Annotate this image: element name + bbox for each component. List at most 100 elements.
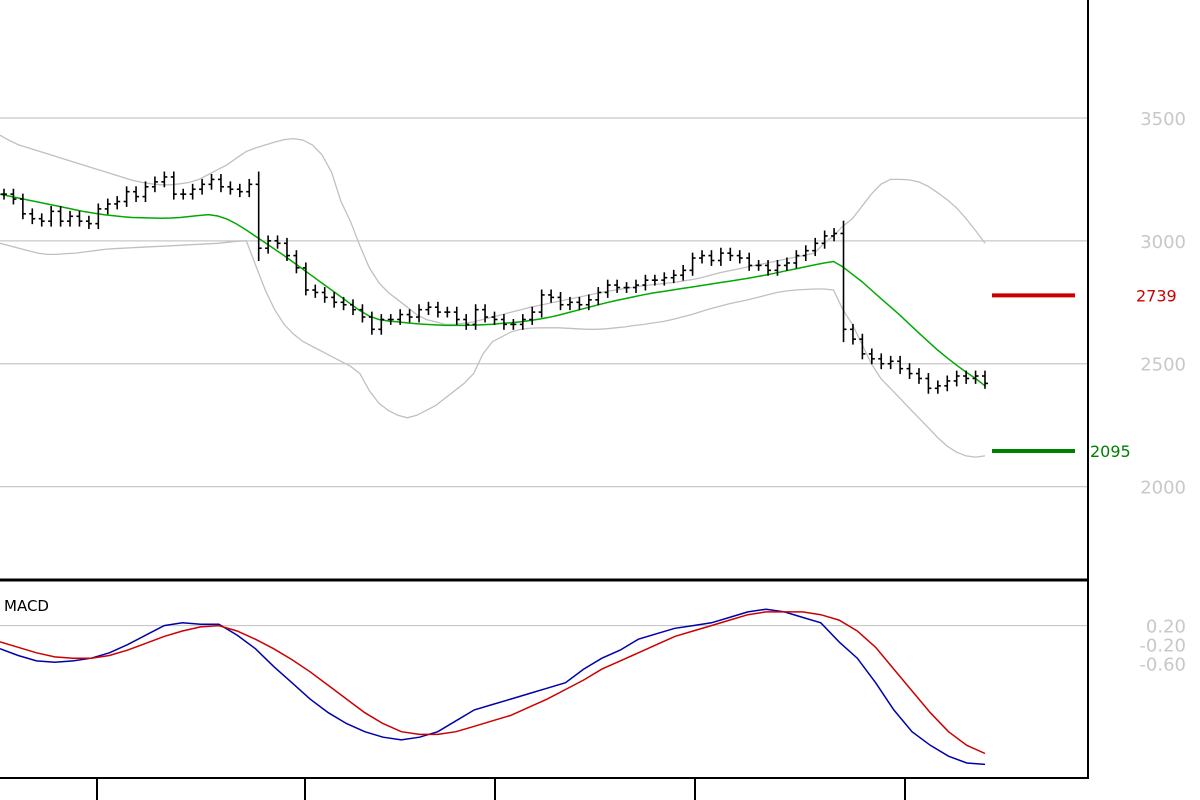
price-bar: [114, 196, 121, 210]
price-bar: [1, 188, 7, 200]
lower-band-line: [0, 240, 986, 458]
bollinger-bands: [0, 134, 986, 458]
price-bar: [170, 171, 177, 200]
price-bar: [623, 282, 630, 293]
upper-band-line: [0, 134, 986, 326]
price-bar: [463, 314, 470, 330]
price-bar: [906, 363, 913, 379]
price-bar: [236, 183, 243, 198]
price-bar: [944, 375, 951, 392]
price-bar: [387, 314, 394, 325]
price-bar: [595, 287, 602, 306]
price-bar: [680, 264, 687, 281]
price-bar: [425, 301, 432, 316]
price-bar: [180, 188, 187, 200]
price-bar: [19, 193, 26, 220]
chart-frame: [0, 0, 1089, 800]
price-bar: [538, 289, 545, 318]
price-bar: [849, 323, 856, 345]
price-bar: [378, 314, 385, 335]
price-bar: [246, 178, 253, 198]
price-bar: [208, 174, 215, 190]
price-bar: [255, 171, 262, 261]
price-bar: [434, 301, 441, 318]
price-bar: [934, 380, 941, 394]
price-bar: [123, 186, 130, 207]
signal-line: [0, 611, 986, 755]
price-bar: [491, 311, 498, 325]
price-bar: [878, 353, 885, 370]
price-bar: [887, 355, 894, 370]
price-bar: [67, 210, 74, 227]
price-bar: [642, 274, 649, 291]
axis-labels: 2000 2500 3000 3500 0.20-0.20-0.60 2739 2095: [1090, 109, 1186, 676]
price-bar: [821, 230, 828, 249]
price-bar: [689, 252, 696, 276]
price-bar: [199, 178, 206, 195]
price-bar: [699, 250, 706, 264]
price-bar: [95, 203, 102, 230]
price-bar: [831, 228, 838, 242]
price-bar: [444, 306, 451, 318]
price-bar: [840, 220, 847, 343]
macd-tick-label: -0.60: [1139, 655, 1186, 676]
price-bars: [1, 171, 988, 394]
macd-tick-label: -0.20: [1139, 636, 1186, 657]
macd-panel-title: MACD: [4, 597, 49, 615]
price-bar: [453, 306, 460, 325]
price-bar: [604, 279, 611, 298]
price-tick-label: 2000: [1140, 478, 1186, 499]
price-bar: [915, 368, 922, 384]
price-bar: [510, 319, 517, 330]
price-bar: [217, 174, 224, 193]
price-bar: [274, 235, 281, 249]
moving-average: [0, 193, 986, 387]
price-levels: [992, 293, 1075, 453]
price-bar: [293, 250, 300, 274]
price-bar: [982, 370, 988, 389]
price-bar: [953, 370, 960, 387]
price-bar: [302, 262, 309, 296]
price-level-label: 2739: [1136, 286, 1177, 305]
price-bar: [38, 213, 45, 227]
price-bar: [717, 247, 724, 266]
price-bar: [227, 181, 234, 195]
price-bar: [548, 289, 555, 303]
price-bar: [29, 208, 36, 225]
price-bar: [85, 215, 92, 230]
price-bar: [142, 181, 149, 203]
price-bar: [897, 355, 904, 375]
stock-chart: 2000 2500 3000 3500 0.20-0.20-0.60 2739 2095 M…: [0, 0, 1186, 800]
price-bar: [529, 306, 536, 325]
price-bar: [368, 311, 375, 335]
price-bar: [57, 205, 64, 227]
price-tick-label: 3500: [1140, 109, 1186, 130]
price-bar: [472, 304, 479, 330]
grid-lines: [0, 117, 1088, 627]
price-bar: [133, 186, 140, 203]
macd-lines: [0, 608, 986, 766]
price-bar: [312, 284, 319, 298]
price-bar: [416, 304, 423, 323]
price-bar: [755, 260, 762, 271]
price-bar: [189, 183, 196, 200]
price-bar: [925, 373, 932, 394]
price-bar: [48, 205, 55, 227]
price-bar: [708, 250, 715, 266]
price-bar: [793, 250, 800, 269]
price-bar: [746, 252, 753, 271]
price-bar: [265, 235, 272, 254]
sma-line: [0, 193, 986, 387]
price-bar: [340, 296, 347, 311]
price-bar: [670, 269, 677, 284]
price-tick-label: 2500: [1140, 355, 1186, 376]
price-bar: [963, 370, 970, 384]
price-bar: [76, 210, 83, 227]
price-bar: [104, 198, 111, 215]
macd-tick-label: 0.20: [1146, 617, 1186, 638]
price-bar: [727, 247, 734, 261]
price-bar: [802, 245, 809, 261]
price-bar: [736, 250, 743, 264]
price-bar: [321, 287, 328, 303]
price-bar: [614, 279, 621, 293]
